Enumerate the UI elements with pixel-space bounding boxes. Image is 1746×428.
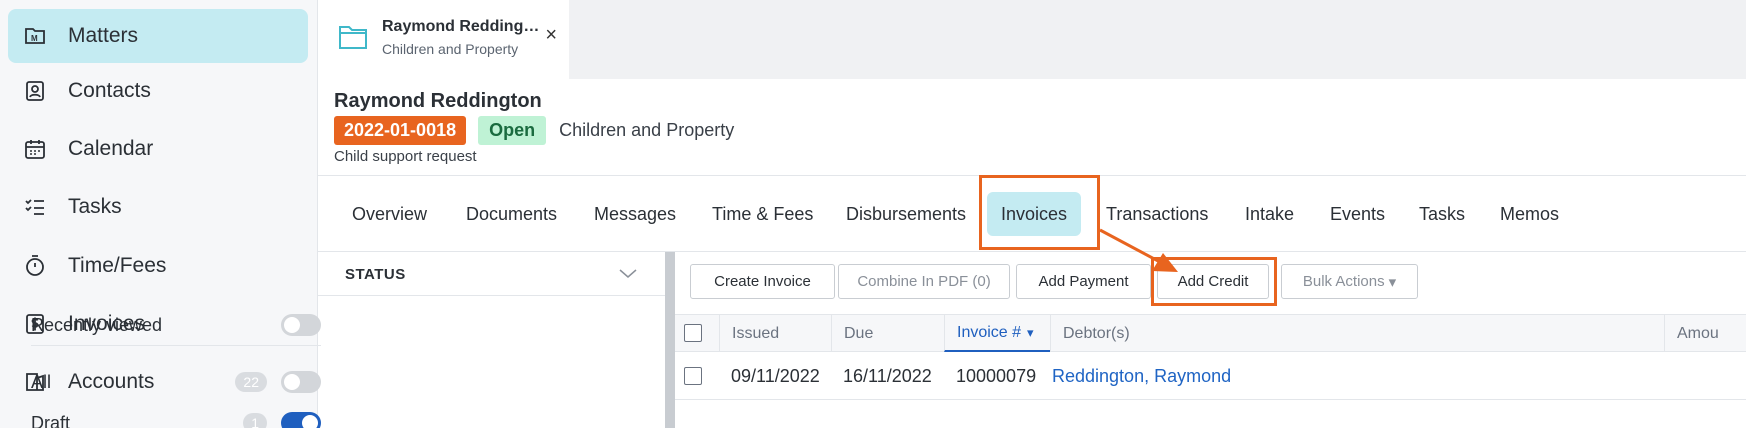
tab-transactions[interactable]: Transactions [1106,198,1208,230]
tab-time-fees[interactable]: Time & Fees [712,198,813,230]
open-matter-tab[interactable]: Raymond Reddingt… Children and Property … [318,0,569,79]
matter-number-badge: 2022-01-0018 [334,116,467,145]
cell-invoice-number: 10000079 [956,365,1037,386]
column-invoice-number[interactable]: Invoice # ▾ [944,315,1050,352]
bulk-actions-dropdown[interactable]: Bulk Actions ▾ [1281,264,1418,299]
highlight-add-credit [1151,257,1277,306]
sidebar-item-label: Matters [68,24,139,47]
filter-recently-viewed: Recently viewed [31,307,321,343]
add-payment-button[interactable]: Add Payment [1016,264,1151,299]
matter-meta: 2022-01-0018 Open Children and Property [334,116,734,145]
sidebar-item-tasks[interactable]: Tasks [8,180,308,234]
column-due[interactable]: Due [831,315,944,352]
sidebar-item-time-fees[interactable]: Time/Fees [8,239,308,293]
divider [31,345,321,346]
column-debtors[interactable]: Debtor(s) [1050,315,1664,352]
open-tabs-bar: Raymond Reddingt… Children and Property … [318,0,1746,79]
draft-toggle[interactable] [281,412,321,428]
sidebar-item-label: Time/Fees [68,254,167,277]
contacts-icon [22,78,48,104]
caret-down-icon: ▾ [1388,273,1397,291]
filter-all: All 22 [31,364,321,400]
filter-title: STATUS [345,266,406,283]
status-filter-panel: STATUS [318,252,665,428]
chevron-down-icon[interactable] [618,266,638,285]
tab-messages[interactable]: Messages [594,198,676,230]
highlight-invoices-tab [979,175,1100,250]
tab-disbursements[interactable]: Disbursements [846,198,966,230]
matters-icon: M [22,23,48,49]
sidebar-item-label: Calendar [68,137,154,160]
combine-pdf-button[interactable]: Combine In PDF (0) [838,264,1010,299]
filter-label: Recently viewed [31,314,163,335]
table-row[interactable]: 09/11/2022 16/11/2022 10000079 Reddingto… [675,352,1746,400]
sidebar-item-matters[interactable]: M Matters [8,9,308,63]
sidebar-item-calendar[interactable]: Calendar [8,122,308,176]
row-checkbox[interactable] [684,367,702,385]
status-badge: Open [478,116,547,145]
all-toggle[interactable] [281,371,321,393]
tab-documents[interactable]: Documents [466,198,557,230]
filter-draft: Draft 1 [31,405,321,428]
recently-viewed-toggle[interactable] [281,314,321,336]
tab-intake[interactable]: Intake [1245,198,1294,230]
sidebar-item-label: Tasks [68,195,122,218]
matter-name: Raymond Reddington [334,90,542,112]
tasks-icon [22,194,48,220]
calendar-icon [22,136,48,162]
debtor-link[interactable]: Reddington, Raymond [1052,352,1231,400]
matter-description: Child support request [334,148,477,165]
select-all-checkbox[interactable] [684,324,702,342]
panel-resize-handle[interactable] [665,252,675,428]
filter-label: All [31,371,52,392]
tab-subtitle: Children and Property [382,41,519,57]
svg-text:M: M [31,34,38,43]
invoice-table-header: Issued Due Invoice # ▾ Debtor(s) Amou [675,314,1746,352]
count-badge: 22 [235,372,267,392]
create-invoice-button[interactable]: Create Invoice [690,264,835,299]
close-icon[interactable]: × [545,24,557,47]
tab-title: Raymond Reddingt… [382,18,542,35]
filter-label: Draft [31,412,71,428]
matter-type: Children and Property [559,120,735,140]
filter-header[interactable]: STATUS [318,252,665,296]
stopwatch-icon [22,253,48,279]
folder-icon [338,18,368,56]
tab-tasks[interactable]: Tasks [1419,198,1465,230]
tab-overview[interactable]: Overview [352,198,427,230]
bulk-actions-label: Bulk Actions [1302,273,1385,290]
tab-events[interactable]: Events [1330,198,1385,230]
count-badge: 1 [243,413,267,428]
column-label: Invoice # [957,323,1022,341]
column-amount[interactable]: Amou [1664,315,1746,352]
sort-desc-icon: ▾ [1027,324,1034,340]
cell-issued: 09/11/2022 [731,365,820,386]
app-window: M Matters Contacts Calendar Tasks Time/F… [0,0,1746,428]
column-issued[interactable]: Issued [719,315,831,352]
sidebar-item-contacts[interactable]: Contacts [8,64,308,118]
tab-memos[interactable]: Memos [1500,198,1559,230]
sidebar-item-label: Contacts [68,79,151,102]
cell-due: 16/11/2022 [843,365,932,386]
